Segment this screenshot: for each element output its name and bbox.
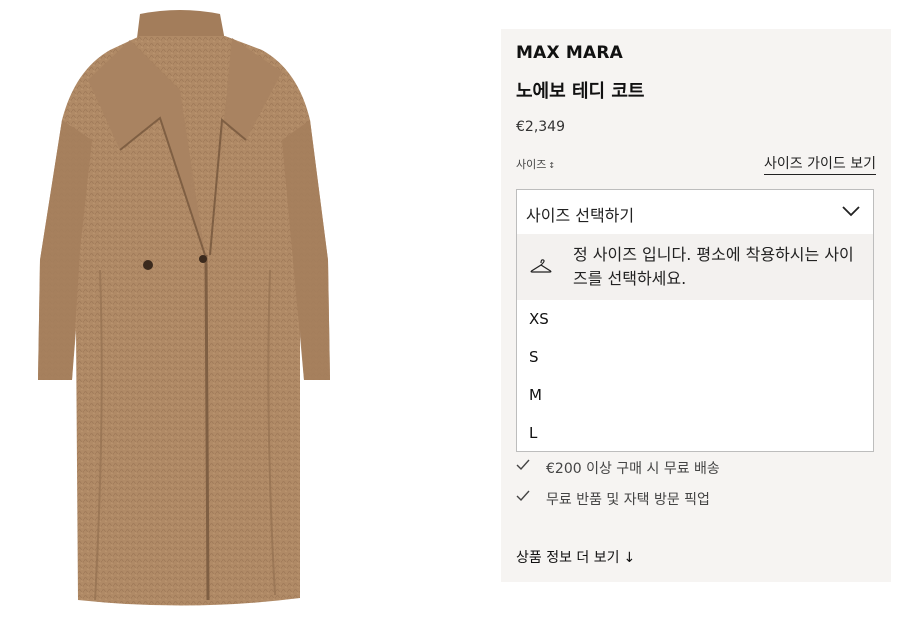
product-info-panel: MAX MARA 노에보 테디 코트 €2,349 사이즈 ↕ 사이즈 가이드 보… <box>501 29 891 582</box>
size-dropdown[interactable]: 사이즈 선택하기 정 사이즈 입니다. 평소에 착용하시는 사이즈를 선택하세요… <box>516 189 874 452</box>
more-info-label: 상품 정보 더 보기 <box>516 550 620 566</box>
check-icon <box>516 459 530 471</box>
product-title: 노에보 테디 코트 <box>516 81 645 102</box>
coat-illustration <box>38 10 330 606</box>
hanger-icon <box>530 259 552 273</box>
more-info-link[interactable]: 상품 정보 더 보기 ↓ <box>516 547 635 567</box>
check-icon <box>516 490 530 502</box>
brand-name[interactable]: MAX MARA <box>516 43 623 63</box>
size-option-s[interactable]: S <box>529 348 539 366</box>
fit-note-text: 정 사이즈 입니다. 평소에 착용하시는 사이즈를 선택하세요. <box>573 245 854 288</box>
product-price: €2,349 <box>516 119 565 135</box>
size-select-placeholder: 사이즈 선택하기 <box>526 206 635 225</box>
size-option-m[interactable]: M <box>529 386 542 404</box>
perk-free-shipping-text: €200 이상 구매 시 무료 배송 <box>546 461 720 477</box>
size-label: 사이즈 ↕ <box>516 156 555 172</box>
size-option-xs[interactable]: XS <box>529 310 549 328</box>
size-guide-link[interactable]: 사이즈 가이드 보기 <box>764 153 876 175</box>
size-label-text: 사이즈 <box>516 158 547 171</box>
product-image[interactable] <box>0 0 500 621</box>
fit-note: 정 사이즈 입니다. 평소에 착용하시는 사이즈를 선택하세요. <box>517 234 873 300</box>
size-select-trigger[interactable]: 사이즈 선택하기 <box>517 190 873 234</box>
size-option-l[interactable]: L <box>529 424 537 442</box>
sort-icon: ↕ <box>548 161 556 170</box>
perk-free-returns-text: 무료 반품 및 자택 방문 픽업 <box>546 492 710 508</box>
arrow-down-icon: ↓ <box>623 550 636 566</box>
chevron-down-icon <box>842 206 860 217</box>
